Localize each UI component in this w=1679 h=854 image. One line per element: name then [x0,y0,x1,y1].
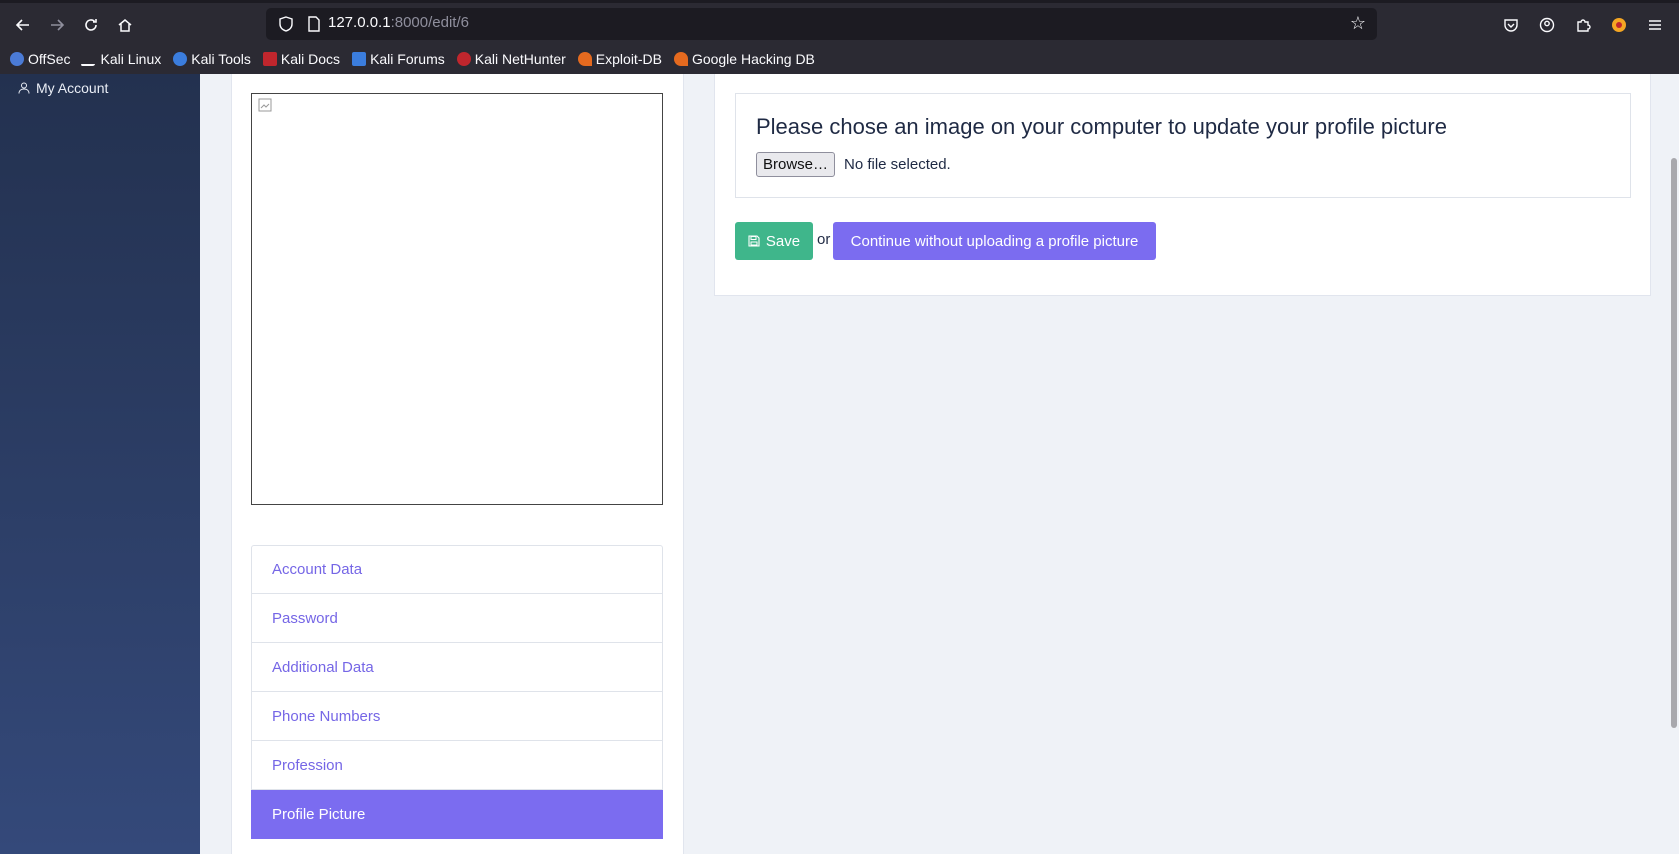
home-button[interactable] [112,12,138,38]
exploit-db-icon [577,52,592,66]
extensions-icon[interactable] [1571,13,1595,37]
save-label: Save [765,232,801,250]
url-host: 127.0.0.1 [328,14,391,31]
profile-picture-preview [251,93,663,505]
bookmark-google-hacking-db[interactable]: Google Hacking DB [673,51,815,67]
bookmark-offsec[interactable]: OffSec [10,51,71,67]
bookmark-label: Google Hacking DB [691,51,815,67]
bookmark-kali-tools[interactable]: Kali Tools [173,51,251,67]
arrow-left-icon [15,19,29,31]
bookmark-kali-linux[interactable]: Kali Linux [79,51,162,67]
account-icon[interactable] [1535,13,1559,37]
save-button[interactable]: Save [735,222,813,260]
upload-box: Please chose an image on your computer t… [735,93,1631,198]
profile-menu-profession[interactable]: Profession [251,741,663,790]
forward-button[interactable] [44,12,70,38]
continue-without-upload-button[interactable]: Continue without uploading a profile pic… [833,222,1156,260]
pocket-icon[interactable] [1499,13,1523,37]
profile-left-card: Account Data Password Additional Data Ph… [231,74,684,854]
url-text[interactable]: 127.0.0.1:8000/edit/6 [328,14,469,31]
bookmark-kali-docs[interactable]: Kali Docs [262,51,341,67]
browser-toolbar: 127.0.0.1:8000/edit/6 ☆ [0,0,1679,44]
extension-avatar-icon[interactable] [1607,13,1631,37]
home-icon [118,19,132,32]
upload-heading: Please chose an image on your computer t… [756,114,1447,139]
bookmark-kali-nethunter[interactable]: Kali NetHunter [456,51,566,67]
bookmarks-bar: OffSec Kali Linux Kali Tools Kali Docs K… [0,44,1679,74]
upload-card: Please chose an image on your computer t… [714,74,1651,296]
reload-icon [85,19,97,31]
broken-image-icon [258,98,272,112]
scrollbar-thumb[interactable] [1671,158,1677,728]
bookmark-label: OffSec [28,51,71,67]
arrow-right-icon [51,19,65,31]
browse-button[interactable]: Browse… [756,152,836,177]
reload-button[interactable] [78,12,104,38]
bookmark-label: Kali Forums [370,51,445,67]
bookmark-exploit-db[interactable]: Exploit-DB [577,51,662,67]
sidebar-item-label: My Account [36,80,109,96]
bookmark-label: Exploit-DB [595,51,662,67]
floppy-disk-icon [748,235,760,247]
url-bar[interactable]: 127.0.0.1:8000/edit/6 ☆ [266,8,1377,40]
page-viewport: My Account Account Data Password Additio… [0,74,1679,854]
profile-menu-phone-numbers[interactable]: Phone Numbers [251,692,663,741]
ghdb-icon [673,52,688,66]
profile-menu-profile-picture[interactable]: Profile Picture [251,790,663,839]
profile-menu-account-data[interactable]: Account Data [251,545,663,594]
bookmark-label: Kali Docs [280,51,341,67]
kali-nethunter-icon [456,52,471,66]
back-button[interactable] [10,12,36,38]
menu-icon[interactable] [1643,13,1667,37]
user-icon [18,82,30,94]
bookmark-kali-forums[interactable]: Kali Forums [352,51,445,67]
page-icon[interactable] [304,14,324,34]
offsec-icon [10,52,24,66]
url-path: :8000/edit/6 [390,14,469,31]
bookmark-label: Kali NetHunter [474,51,566,67]
sidebar: My Account [0,74,200,854]
kali-tools-icon [173,52,188,66]
kali-docs-icon [262,52,277,66]
page-scrollbar[interactable] [1667,74,1679,854]
profile-menu-password[interactable]: Password [251,594,663,643]
bookmark-label: Kali Tools [191,51,251,67]
bookmark-star-icon[interactable]: ☆ [1347,13,1369,35]
bookmark-label: Kali Linux [100,51,162,67]
profile-menu: Account Data Password Additional Data Ph… [251,545,663,839]
shield-icon[interactable] [276,14,296,34]
profile-menu-additional-data[interactable]: Additional Data [251,643,663,692]
or-text: or [817,231,831,248]
kali-forums-icon [352,52,367,66]
sidebar-item-my-account[interactable]: My Account [18,80,108,96]
kali-dragon-icon [79,52,100,66]
file-status: No file selected. [844,156,951,173]
